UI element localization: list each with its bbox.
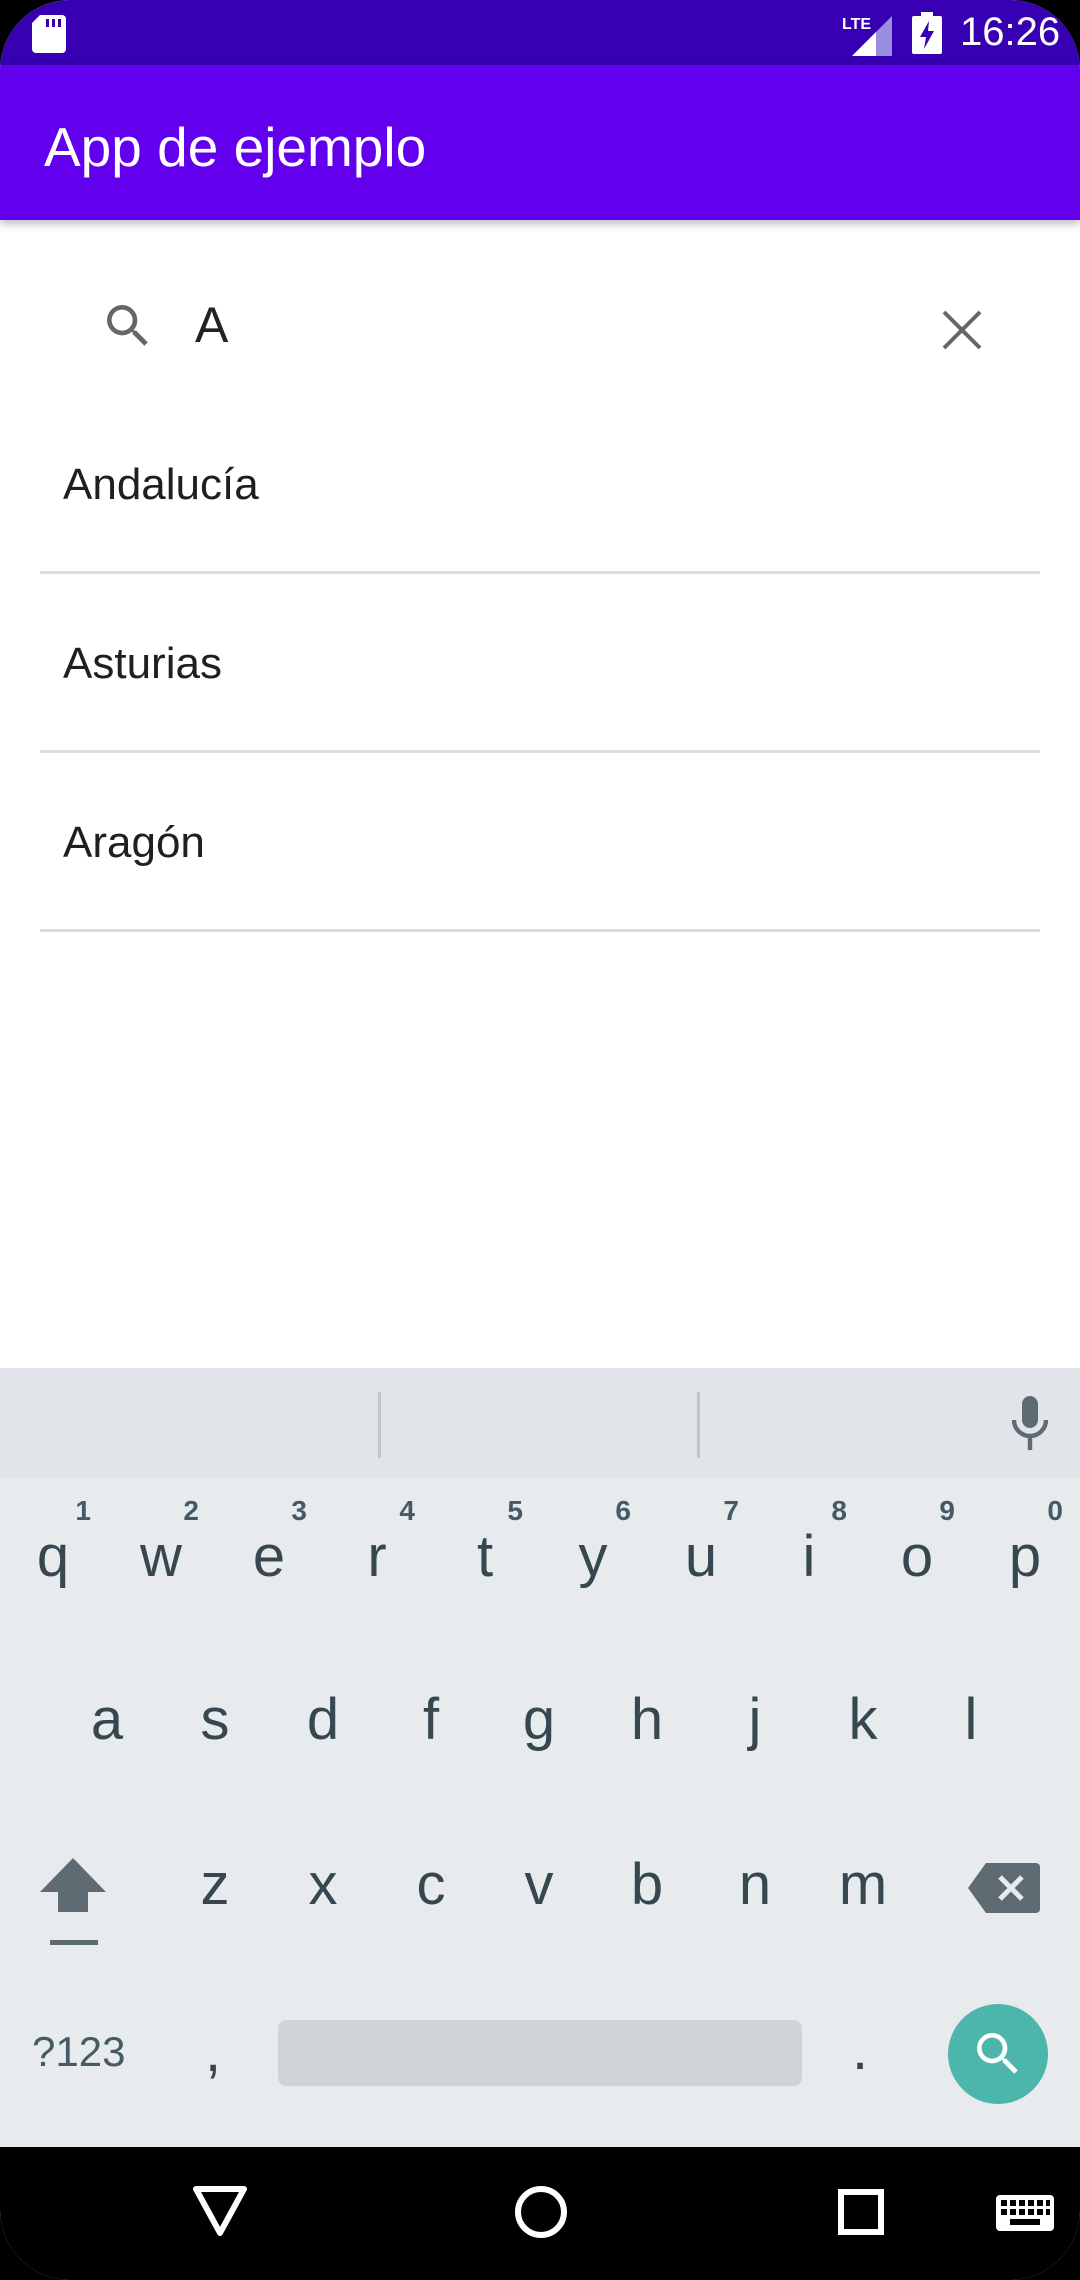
- key-w[interactable]: w2: [111, 1495, 211, 1590]
- space-bar[interactable]: [278, 2020, 802, 2086]
- comma-key[interactable]: ,: [205, 2018, 221, 2085]
- key-alt-label: 3: [291, 1495, 307, 1526]
- battery-charging-icon: [912, 12, 942, 54]
- key-t[interactable]: t5: [435, 1495, 535, 1590]
- screen: LTE 16:26 App de ejemplo Andalucía Astur…: [0, 0, 1080, 2280]
- key-h[interactable]: h: [597, 1686, 697, 1753]
- key-g[interactable]: g: [489, 1686, 589, 1753]
- list-item[interactable]: Asturias: [40, 574, 1040, 753]
- mic-icon[interactable]: [1005, 1394, 1055, 1454]
- home-icon[interactable]: [514, 2185, 568, 2239]
- key-j[interactable]: j: [705, 1686, 805, 1753]
- list-item-label: Andalucía: [63, 460, 259, 509]
- key-k[interactable]: k: [813, 1686, 913, 1753]
- status-bar: LTE 16:26: [0, 0, 1080, 65]
- network-label: LTE: [842, 16, 871, 33]
- key-p[interactable]: p0: [975, 1495, 1075, 1590]
- key-alt-label: 9: [939, 1495, 955, 1526]
- key-u[interactable]: u7: [651, 1495, 751, 1590]
- key-alt-label: 1: [75, 1495, 91, 1526]
- list-item[interactable]: Andalucía: [40, 395, 1040, 574]
- search-bar: [0, 270, 1080, 385]
- sd-card-icon: [32, 15, 66, 53]
- suggestion-divider: [378, 1392, 381, 1458]
- key-q[interactable]: q1: [3, 1495, 103, 1590]
- key-y[interactable]: y6: [543, 1495, 643, 1590]
- search-input[interactable]: [195, 290, 895, 360]
- key-alt-label: 2: [183, 1495, 199, 1526]
- soft-keyboard: q1w2e3r4t5y6u7i8o9p0 asdfghjkl zxcvbnm ?…: [0, 1368, 1080, 2147]
- key-alt-label: 0: [1047, 1495, 1063, 1526]
- key-alt-label: 7: [723, 1495, 739, 1526]
- key-e[interactable]: e3: [219, 1495, 319, 1590]
- back-icon[interactable]: [192, 2185, 248, 2237]
- key-m[interactable]: m: [813, 1851, 913, 1918]
- search-action-icon: [977, 2033, 1018, 2074]
- key-v[interactable]: v: [489, 1851, 589, 1918]
- shift-icon[interactable]: [38, 1856, 108, 1948]
- app-bar: App de ejemplo: [0, 65, 1080, 220]
- suggestion-strip: [0, 1368, 1080, 1478]
- key-s[interactable]: s: [165, 1686, 265, 1753]
- key-o[interactable]: o9: [867, 1495, 967, 1590]
- key-c[interactable]: c: [381, 1851, 481, 1918]
- key-alt-label: 6: [615, 1495, 631, 1526]
- key-alt-label: 8: [831, 1495, 847, 1526]
- navigation-bar: [0, 2147, 1080, 2280]
- backspace-icon[interactable]: [968, 1863, 1040, 1913]
- list-item-label: Asturias: [63, 639, 222, 688]
- key-alt-label: 4: [399, 1495, 415, 1526]
- list-item[interactable]: Aragón: [40, 753, 1040, 932]
- key-i[interactable]: i8: [759, 1495, 859, 1590]
- clock: 16:26: [960, 10, 1061, 54]
- search-action-button[interactable]: [948, 2004, 1048, 2104]
- key-b[interactable]: b: [597, 1851, 697, 1918]
- app-title: App de ejemplo: [44, 116, 427, 178]
- key-l[interactable]: l: [921, 1686, 1021, 1753]
- key-alt-label: 5: [507, 1495, 523, 1526]
- key-f[interactable]: f: [381, 1686, 481, 1753]
- list-item-label: Aragón: [63, 818, 205, 867]
- key-a[interactable]: a: [57, 1686, 157, 1753]
- key-n[interactable]: n: [705, 1851, 805, 1918]
- results-list: Andalucía Asturias Aragón: [40, 395, 1040, 932]
- close-icon[interactable]: [940, 308, 984, 352]
- keyboard-switch-icon[interactable]: [996, 2195, 1054, 2235]
- key-x[interactable]: x: [273, 1851, 373, 1918]
- key-d[interactable]: d: [273, 1686, 373, 1753]
- recents-icon[interactable]: [838, 2189, 884, 2235]
- symbols-key[interactable]: ?123: [32, 2028, 125, 2076]
- signal-icon: LTE: [842, 12, 892, 61]
- suggestion-divider: [697, 1392, 700, 1458]
- key-r[interactable]: r4: [327, 1495, 427, 1590]
- period-key[interactable]: .: [852, 2016, 868, 2083]
- search-icon: [107, 305, 148, 346]
- key-z[interactable]: z: [165, 1851, 265, 1918]
